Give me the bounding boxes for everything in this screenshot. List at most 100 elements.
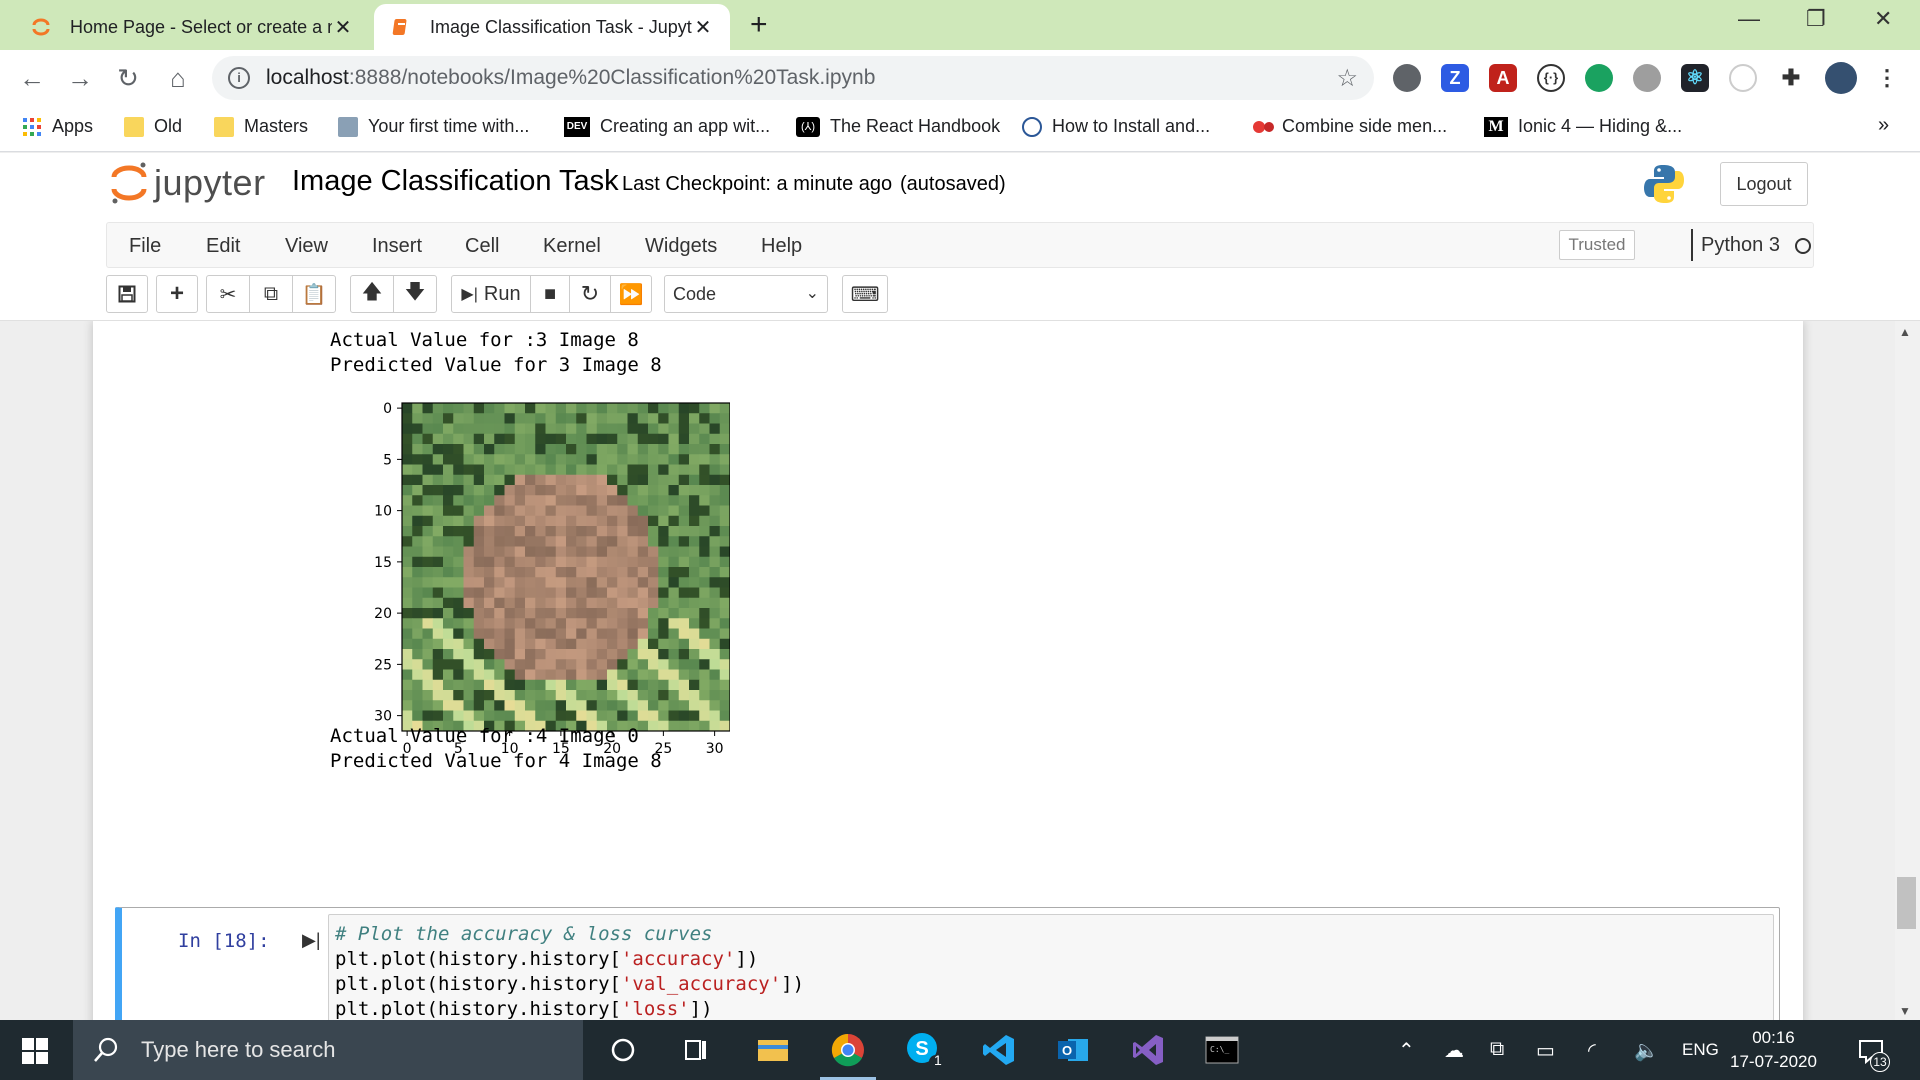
taskbar-clock[interactable]: 00:16 17-07-2020: [1730, 1026, 1817, 1074]
medium-icon: M: [1484, 116, 1508, 137]
y-tick-label: 5: [383, 452, 392, 468]
bookmark-label: How to Install and...: [1052, 116, 1211, 136]
jupyter-logo[interactable]: jupyter: [110, 161, 266, 205]
run-cell-icon[interactable]: ▶|: [302, 930, 321, 951]
y-tick-label: 15: [374, 555, 392, 571]
cut-icon[interactable]: ✂: [206, 275, 250, 313]
volume-icon[interactable]: 🔈: [1634, 1038, 1659, 1063]
keyboard-shortcuts-icon[interactable]: ⌨: [842, 275, 888, 313]
trusted-indicator[interactable]: Trusted: [1559, 230, 1635, 260]
back-icon[interactable]: ←: [16, 62, 48, 94]
save-icon[interactable]: [106, 275, 148, 313]
bookmark-creating-an-app[interactable]: DEV Creating an app wit...: [564, 116, 770, 137]
menu-help[interactable]: Help: [761, 235, 802, 258]
extension-circle-icon[interactable]: [1393, 64, 1421, 92]
minimize-icon[interactable]: —: [1738, 6, 1760, 32]
taskbar-search-box[interactable]: Type here to search: [73, 1020, 583, 1080]
windows-taskbar: Type here to search S 1 O C:\_ ⌃ ☁ ⧉ ▭ ◜…: [0, 1020, 1920, 1080]
tray-chevron-up-icon[interactable]: ⌃: [1398, 1038, 1415, 1063]
insert-cell-icon[interactable]: +: [156, 275, 198, 313]
extensions-puzzle-icon[interactable]: ✚: [1777, 64, 1805, 92]
cell-type-select[interactable]: Code ⌄: [664, 275, 828, 313]
bookmark-ionic-4[interactable]: M Ionic 4 — Hiding &...: [1484, 116, 1682, 137]
notebook-menubar: File Edit View Insert Cell Kernel Widget…: [106, 222, 1814, 268]
menu-view[interactable]: View: [285, 235, 328, 258]
site-info-icon[interactable]: i: [228, 67, 250, 89]
checkpoint-status: Last Checkpoint: a minute ago: [622, 173, 893, 195]
close-window-icon[interactable]: ✕: [1874, 6, 1892, 32]
bookmark-your-first-time[interactable]: Your first time with...: [338, 116, 529, 137]
address-bar[interactable]: i localhost:8888/notebooks/Image%20Class…: [212, 56, 1374, 100]
interrupt-icon[interactable]: ■: [530, 275, 570, 313]
move-up-icon[interactable]: 🡅: [350, 275, 394, 313]
extension-gray-icon[interactable]: [1633, 64, 1661, 92]
page-scrollbar[interactable]: ▲ ▼: [1895, 321, 1920, 1020]
file-explorer-icon[interactable]: [753, 1030, 793, 1070]
url-host: localhost: [266, 66, 349, 89]
extension-z-icon[interactable]: Z: [1441, 64, 1469, 92]
restart-run-all-icon[interactable]: ⏩: [610, 275, 652, 313]
bookmark-label: Old: [154, 116, 183, 136]
tab-close-icon[interactable]: ✕: [692, 15, 714, 40]
extension-light-icon[interactable]: [1729, 64, 1757, 92]
windows-start-icon[interactable]: [22, 1038, 48, 1069]
scroll-down-icon[interactable]: ▼: [1899, 1004, 1911, 1018]
tray-app-icon[interactable]: ⧉: [1490, 1038, 1504, 1061]
home-icon[interactable]: ⌂: [162, 62, 194, 94]
react-devtools-icon[interactable]: ⚛: [1681, 64, 1709, 92]
reload-icon[interactable]: ↻: [112, 62, 144, 94]
tab-home-page[interactable]: Home Page - Select or create a n ✕: [14, 4, 370, 50]
tab-image-classification[interactable]: Image Classification Task - Jupyte ✕: [374, 4, 730, 50]
language-indicator[interactable]: ENG: [1682, 1040, 1719, 1060]
tab-close-icon[interactable]: ✕: [332, 15, 354, 40]
copy-icon[interactable]: ⧉: [249, 275, 293, 313]
onedrive-icon[interactable]: ☁: [1444, 1038, 1464, 1063]
extension-pdf-icon[interactable]: A: [1489, 64, 1517, 92]
bookmark-react-handbook[interactable]: (⅄) The React Handbook: [796, 116, 1000, 137]
restart-icon[interactable]: ↻: [569, 275, 611, 313]
terminal-icon[interactable]: C:\_: [1202, 1030, 1242, 1070]
extension-code-icon[interactable]: {·}: [1537, 64, 1565, 92]
task-view-icon[interactable]: [676, 1030, 716, 1070]
run-button[interactable]: ▶| Run: [451, 275, 531, 313]
scrollbar-thumb[interactable]: [1897, 877, 1916, 929]
tab-title: Image Classification Task - Jupyte: [430, 16, 692, 37]
menu-insert[interactable]: Insert: [372, 235, 422, 258]
bookmark-masters[interactable]: Masters: [214, 116, 308, 137]
bookmark-old[interactable]: Old: [124, 116, 182, 137]
cortana-icon[interactable]: [603, 1030, 643, 1070]
code-cell-selected[interactable]: In [18]: ▶| # Plot the accuracy & loss c…: [115, 907, 1780, 1020]
browser-menu-icon[interactable]: ⋮: [1873, 64, 1901, 92]
bookmark-how-to-install[interactable]: How to Install and...: [1022, 116, 1210, 137]
visual-studio-icon[interactable]: [1128, 1030, 1168, 1070]
menu-widgets[interactable]: Widgets: [645, 235, 717, 258]
battery-icon[interactable]: ▭: [1536, 1038, 1555, 1063]
bookmark-combine-side-menu[interactable]: Combine side men...: [1252, 116, 1447, 137]
restore-icon[interactable]: ❐: [1806, 6, 1826, 32]
skype-icon[interactable]: S 1: [904, 1030, 944, 1070]
notebook-title[interactable]: Image Classification Task: [292, 165, 619, 198]
vscode-icon[interactable]: [979, 1030, 1019, 1070]
new-tab-icon[interactable]: +: [750, 8, 768, 42]
menu-kernel[interactable]: Kernel: [543, 235, 601, 258]
paste-icon[interactable]: 📋: [292, 275, 336, 313]
notification-center-icon[interactable]: 13: [1858, 1038, 1890, 1072]
extension-green-icon[interactable]: [1585, 64, 1613, 92]
bookmarks-overflow-icon[interactable]: »: [1878, 114, 1889, 137]
scroll-up-icon[interactable]: ▲: [1899, 325, 1911, 339]
chrome-icon[interactable]: [820, 1030, 876, 1080]
bookmark-star-icon[interactable]: ☆: [1336, 64, 1358, 93]
outlook-icon[interactable]: O: [1053, 1030, 1093, 1070]
bookmark-apps[interactable]: Apps: [22, 116, 93, 137]
menu-edit[interactable]: Edit: [206, 235, 240, 258]
wifi-icon[interactable]: ◜: [1588, 1038, 1596, 1063]
svg-text:O: O: [1062, 1043, 1072, 1058]
move-down-icon[interactable]: 🡇: [393, 275, 437, 313]
code-editor[interactable]: # Plot the accuracy & loss curves plt.plo…: [328, 914, 1774, 1020]
profile-avatar[interactable]: [1825, 62, 1857, 94]
menu-file[interactable]: File: [129, 235, 161, 258]
bookmark-label: The React Handbook: [830, 116, 1001, 136]
menu-cell[interactable]: Cell: [465, 235, 499, 258]
logout-button[interactable]: Logout: [1720, 162, 1808, 206]
forward-icon[interactable]: →: [64, 62, 96, 94]
